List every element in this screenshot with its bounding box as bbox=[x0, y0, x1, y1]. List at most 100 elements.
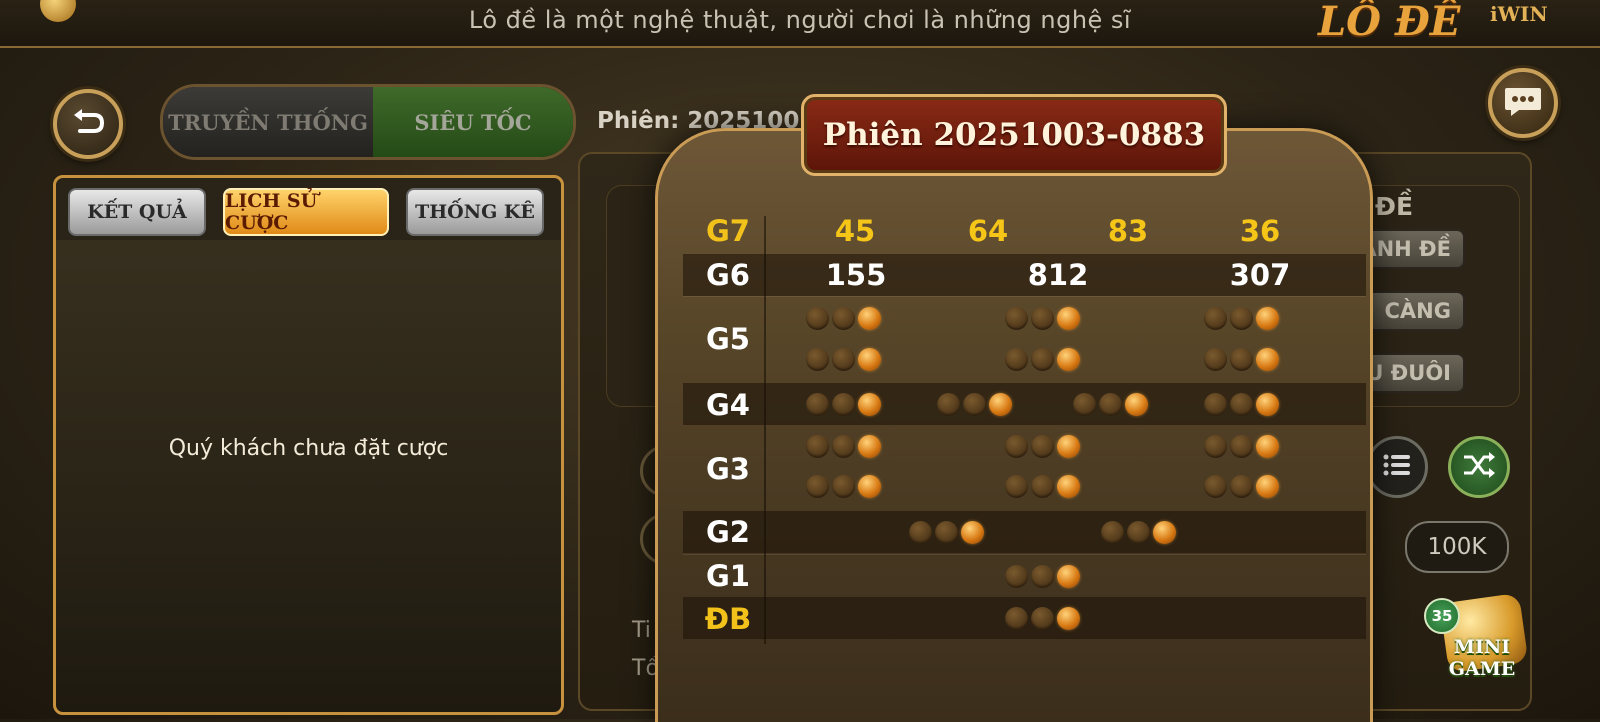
tab-bet-history[interactable]: LỊCH SỬ CƯỢC bbox=[223, 188, 389, 236]
pending-number-g4-2 bbox=[937, 392, 1012, 416]
history-panel: KẾT QUẢ LỊCH SỬ CƯỢC THỐNG KÊ Quý khách … bbox=[53, 175, 564, 715]
pending-number-g5-1 bbox=[806, 306, 881, 330]
shuffle-button[interactable] bbox=[1448, 436, 1510, 498]
loading-ball-icon bbox=[1127, 520, 1150, 544]
g6-number-2: 812 bbox=[1027, 258, 1089, 292]
loading-ball-icon bbox=[858, 306, 881, 330]
mini-game-label: MINI GAME bbox=[1424, 636, 1540, 680]
prize-label-g3: G3 bbox=[706, 452, 750, 486]
bet-info-label-1: Ti bbox=[632, 618, 651, 643]
mode-fast-button[interactable]: SIÊU TỐC bbox=[373, 87, 573, 157]
loading-ball-icon bbox=[832, 306, 855, 330]
loading-ball-icon bbox=[961, 520, 984, 544]
mode-toggle: TRUYỀN THỐNG SIÊU TỐC bbox=[160, 84, 576, 160]
pending-number-g3-1 bbox=[806, 434, 881, 458]
loading-ball-icon bbox=[832, 474, 855, 498]
partner-logo: iWIN bbox=[1490, 2, 1548, 26]
mini-game-badge: 35 bbox=[1424, 598, 1460, 634]
pending-number-g2-1 bbox=[909, 520, 984, 544]
loading-ball-icon bbox=[1057, 474, 1080, 498]
loading-ball-icon bbox=[832, 347, 855, 371]
loading-ball-icon bbox=[1005, 347, 1028, 371]
loading-ball-icon bbox=[989, 392, 1012, 416]
tab-statistics[interactable]: THỐNG KÊ bbox=[406, 188, 544, 236]
prize-label-g4: G4 bbox=[706, 388, 750, 422]
loading-ball-icon bbox=[1153, 520, 1176, 544]
loading-ball-icon bbox=[1005, 606, 1028, 630]
mini-game-button[interactable]: 35 MINI GAME bbox=[1424, 592, 1540, 690]
list-icon bbox=[1382, 453, 1412, 481]
pending-number-g4-1 bbox=[806, 392, 881, 416]
bet-amount-chip[interactable]: 100K bbox=[1405, 521, 1509, 573]
pending-number-g5-2 bbox=[1005, 306, 1080, 330]
loading-ball-icon bbox=[1057, 606, 1080, 630]
loading-ball-icon bbox=[1230, 474, 1253, 498]
pending-number-g2-2 bbox=[1101, 520, 1176, 544]
loading-ball-icon bbox=[1005, 564, 1028, 588]
loading-ball-icon bbox=[1204, 306, 1227, 330]
chat-bubble-icon bbox=[1503, 84, 1543, 122]
loading-ball-icon bbox=[935, 520, 958, 544]
pending-number-g5-6 bbox=[1204, 347, 1279, 371]
loading-ball-icon bbox=[858, 434, 881, 458]
loading-ball-icon bbox=[1057, 347, 1080, 371]
pending-number-g3-4 bbox=[806, 474, 881, 498]
loading-ball-icon bbox=[1204, 474, 1227, 498]
prize-label-g7: G7 bbox=[706, 214, 750, 248]
prize-column-divider bbox=[764, 216, 766, 644]
g7-number-3: 83 bbox=[1107, 214, 1149, 248]
chat-button[interactable] bbox=[1488, 68, 1558, 138]
tab-results[interactable]: KẾT QUẢ bbox=[68, 188, 206, 236]
loading-ball-icon bbox=[937, 392, 960, 416]
row-band-g2 bbox=[683, 511, 1366, 553]
g6-number-3: 307 bbox=[1229, 258, 1291, 292]
loading-ball-icon bbox=[1125, 392, 1148, 416]
row-divider bbox=[683, 554, 1366, 555]
loading-ball-icon bbox=[832, 434, 855, 458]
loading-ball-icon bbox=[1005, 306, 1028, 330]
pending-number-g4-4 bbox=[1204, 392, 1279, 416]
list-button[interactable] bbox=[1366, 436, 1428, 498]
loading-ball-icon bbox=[1230, 306, 1253, 330]
loading-ball-icon bbox=[1230, 392, 1253, 416]
loading-ball-icon bbox=[1204, 392, 1227, 416]
loading-ball-icon bbox=[1031, 434, 1054, 458]
loading-ball-icon bbox=[806, 392, 829, 416]
loading-ball-icon bbox=[1057, 306, 1080, 330]
loading-ball-icon bbox=[1031, 474, 1054, 498]
pending-number-g4-3 bbox=[1073, 392, 1148, 416]
loading-ball-icon bbox=[1031, 564, 1054, 588]
prize-label-g1: G1 bbox=[706, 559, 750, 593]
back-arrow-icon bbox=[70, 107, 106, 141]
loading-ball-icon bbox=[1057, 434, 1080, 458]
loading-ball-icon bbox=[858, 474, 881, 498]
modal-title: Phiên 20251003-0883 bbox=[801, 94, 1227, 176]
pending-number-g1-1 bbox=[1005, 564, 1080, 588]
loading-ball-icon bbox=[858, 347, 881, 371]
loading-ball-icon bbox=[806, 434, 829, 458]
pending-number-g5-5 bbox=[1005, 347, 1080, 371]
loading-ball-icon bbox=[806, 306, 829, 330]
back-button[interactable] bbox=[53, 89, 123, 159]
brand-logo: LÔ ĐỀ bbox=[1318, 0, 1461, 45]
loading-ball-icon bbox=[806, 474, 829, 498]
loading-ball-icon bbox=[909, 520, 932, 544]
mode-traditional-button[interactable]: TRUYỀN THỐNG bbox=[163, 87, 373, 157]
empty-history-message: Quý khách chưa đặt cược bbox=[168, 436, 449, 461]
pending-number-g3-2 bbox=[1005, 434, 1080, 458]
prize-label-g2: G2 bbox=[706, 515, 750, 549]
loading-ball-icon bbox=[832, 392, 855, 416]
g7-number-2: 64 bbox=[967, 214, 1009, 248]
loading-ball-icon bbox=[963, 392, 986, 416]
loading-ball-icon bbox=[1256, 347, 1279, 371]
loading-ball-icon bbox=[858, 392, 881, 416]
loading-ball-icon bbox=[1256, 434, 1279, 458]
pending-number-đb-1 bbox=[1005, 606, 1080, 630]
row-divider bbox=[683, 296, 1366, 297]
bet-type-title: ĐỀ bbox=[1375, 192, 1414, 221]
loading-ball-icon bbox=[1057, 564, 1080, 588]
pending-number-g3-3 bbox=[1204, 434, 1279, 458]
loading-ball-icon bbox=[1031, 306, 1054, 330]
loading-ball-icon bbox=[1031, 606, 1054, 630]
pending-number-g5-4 bbox=[806, 347, 881, 371]
